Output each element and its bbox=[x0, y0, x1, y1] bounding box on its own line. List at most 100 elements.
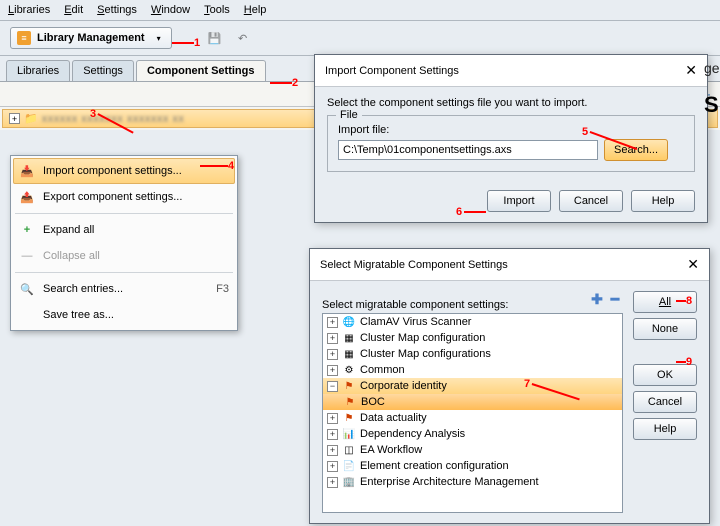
close-icon[interactable]: ✕ bbox=[687, 256, 699, 273]
menubar: Libraries Edit Settings Window Tools Hel… bbox=[0, 0, 720, 21]
expand-icon[interactable]: + bbox=[327, 333, 338, 344]
import-file-input[interactable] bbox=[338, 140, 598, 160]
tree-item-common[interactable]: +⚙Common bbox=[323, 362, 622, 378]
tree-item-element-creation[interactable]: +📄Element creation configuration bbox=[323, 458, 622, 474]
dialog-side-buttons: All None OK Cancel Help bbox=[633, 291, 697, 513]
import-button[interactable]: Import bbox=[487, 190, 551, 212]
flag-icon: ⚑ bbox=[342, 379, 356, 393]
expand-icon[interactable]: + bbox=[327, 349, 338, 360]
expand-icon[interactable]: + bbox=[327, 461, 338, 472]
save-icon[interactable]: 💾 bbox=[204, 27, 226, 49]
tree-expand-icon[interactable]: ✚ bbox=[589, 291, 605, 307]
menu-libraries[interactable]: Libraries bbox=[8, 4, 50, 16]
dialog-title-text: Import Component Settings bbox=[325, 65, 459, 77]
tree-item-dependency-analysis[interactable]: +📊Dependency Analysis bbox=[323, 426, 622, 442]
dialog-instruction: Select the component settings file you w… bbox=[327, 97, 695, 109]
expand-icon[interactable]: + bbox=[327, 429, 338, 440]
import-file-label: Import file: bbox=[338, 124, 684, 136]
dialog-titlebar: Import Component Settings ✕ bbox=[315, 55, 707, 87]
none-button[interactable]: None bbox=[633, 318, 697, 340]
expand-icon[interactable]: + bbox=[327, 317, 338, 328]
fieldset-legend: File bbox=[336, 109, 362, 121]
ctx-search-label: Search entries... bbox=[43, 283, 123, 295]
help-button[interactable]: Help bbox=[631, 190, 695, 212]
dialog-import-component-settings: Import Component Settings ✕ Select the c… bbox=[314, 54, 708, 223]
ctx-export-label: Export component settings... bbox=[43, 191, 182, 203]
export-icon: 📤 bbox=[19, 189, 35, 205]
flag-icon: ⚑ bbox=[342, 411, 356, 425]
workflow-icon: ◫ bbox=[342, 443, 356, 457]
menu-edit[interactable]: Edit bbox=[64, 4, 83, 16]
background-letter: S bbox=[704, 92, 719, 118]
select-instruction: Select migratable component settings: bbox=[322, 299, 509, 311]
tree-item-ea-workflow[interactable]: +◫EA Workflow bbox=[323, 442, 622, 458]
ctx-savetree-label: Save tree as... bbox=[43, 309, 114, 321]
grid-icon: ▦ bbox=[342, 347, 356, 361]
help-button[interactable]: Help bbox=[633, 418, 697, 440]
collapse-icon[interactable]: − bbox=[327, 381, 338, 392]
ctx-export-component-settings[interactable]: 📤 Export component settings... bbox=[13, 184, 235, 210]
tab-libraries[interactable]: Libraries bbox=[6, 60, 70, 81]
dialog-select-migratable: Select Migratable Component Settings ✕ S… bbox=[309, 248, 710, 524]
undo-icon[interactable]: ↶ bbox=[232, 27, 254, 49]
context-menu: 📥 Import component settings... 📤 Export … bbox=[10, 155, 238, 331]
file-fieldset: File Import file: Search... bbox=[327, 115, 695, 172]
search-button[interactable]: Search... bbox=[604, 139, 668, 161]
toolbar: ≡ Library Management ▾ 💾 ↶ bbox=[0, 21, 720, 56]
ctx-search-entries[interactable]: 🔍 Search entries... F3 bbox=[13, 276, 235, 302]
ctx-import-label: Import component settings... bbox=[43, 165, 182, 177]
building-icon: 🏢 bbox=[342, 475, 356, 489]
gear-icon: ⚙ bbox=[342, 363, 356, 377]
tab-settings[interactable]: Settings bbox=[72, 60, 134, 81]
ctx-expand-label: Expand all bbox=[43, 224, 94, 236]
menu-window[interactable]: Window bbox=[151, 4, 190, 16]
ctx-collapse-all: — Collapse all bbox=[13, 243, 235, 269]
import-icon: 📥 bbox=[19, 163, 35, 179]
ctx-collapse-label: Collapse all bbox=[43, 250, 100, 262]
grid-icon: ▦ bbox=[342, 331, 356, 345]
cancel-button[interactable]: Cancel bbox=[633, 391, 697, 413]
expand-icon[interactable]: + bbox=[327, 413, 338, 424]
plus-icon: + bbox=[19, 222, 35, 238]
tool-icon: 📊 bbox=[342, 427, 356, 441]
library-management-dropdown[interactable]: ≡ Library Management ▾ bbox=[10, 27, 172, 49]
globe-icon: 🌐 bbox=[342, 315, 356, 329]
expand-icon[interactable]: + bbox=[327, 477, 338, 488]
library-management-label: Library Management bbox=[37, 32, 145, 44]
menu-tools[interactable]: Tools bbox=[204, 4, 230, 16]
all-button[interactable]: All bbox=[633, 291, 697, 313]
tree-collapse-icon[interactable]: ━ bbox=[607, 291, 623, 307]
menu-help[interactable]: Help bbox=[244, 4, 267, 16]
ctx-expand-all[interactable]: + Expand all bbox=[13, 217, 235, 243]
tree-item-data-actuality[interactable]: +⚑Data actuality bbox=[323, 410, 622, 426]
tree-item-eam[interactable]: +🏢Enterprise Architecture Management bbox=[323, 474, 622, 490]
flag-icon: ⚑ bbox=[343, 395, 357, 409]
ctx-import-component-settings[interactable]: 📥 Import component settings... bbox=[13, 158, 235, 184]
dialog-titlebar: Select Migratable Component Settings ✕ bbox=[310, 249, 709, 281]
expand-icon[interactable]: + bbox=[327, 445, 338, 456]
tree-item-clustermap-config[interactable]: +▦Cluster Map configuration bbox=[323, 330, 622, 346]
chevron-down-icon: ▾ bbox=[157, 34, 161, 43]
tree-root-label: xxxxxx xxxxxxx xxxxxxx xx bbox=[42, 113, 185, 125]
tab-component-settings[interactable]: Component Settings bbox=[136, 60, 266, 81]
close-icon[interactable]: ✕ bbox=[685, 62, 697, 79]
ok-button[interactable]: OK bbox=[633, 364, 697, 386]
expand-icon[interactable]: + bbox=[327, 365, 338, 376]
minus-icon: — bbox=[19, 248, 35, 264]
background-text: ge bbox=[704, 60, 720, 76]
tree-item-clamav[interactable]: +🌐ClamAV Virus Scanner bbox=[323, 314, 622, 330]
expand-icon[interactable]: + bbox=[9, 113, 20, 124]
component-tree[interactable]: +🌐ClamAV Virus Scanner +▦Cluster Map con… bbox=[322, 313, 623, 513]
dialog-button-row: Import Cancel Help bbox=[315, 182, 707, 222]
cancel-button[interactable]: Cancel bbox=[559, 190, 623, 212]
tree-item-clustermap-configs[interactable]: +▦Cluster Map configurations bbox=[323, 346, 622, 362]
menu-settings[interactable]: Settings bbox=[97, 4, 137, 16]
tree-item-corporate-identity[interactable]: −⚑Corporate identity bbox=[323, 378, 622, 394]
folder-icon: 📁 bbox=[24, 112, 38, 125]
tree-item-boc[interactable]: ⚑BOC bbox=[323, 394, 622, 410]
tree-plus-minus: ✚ ━ bbox=[589, 291, 623, 307]
blank-icon bbox=[19, 307, 35, 323]
binoculars-icon: 🔍 bbox=[19, 281, 35, 297]
doc-icon: 📄 bbox=[342, 459, 356, 473]
ctx-save-tree-as[interactable]: Save tree as... bbox=[13, 302, 235, 328]
